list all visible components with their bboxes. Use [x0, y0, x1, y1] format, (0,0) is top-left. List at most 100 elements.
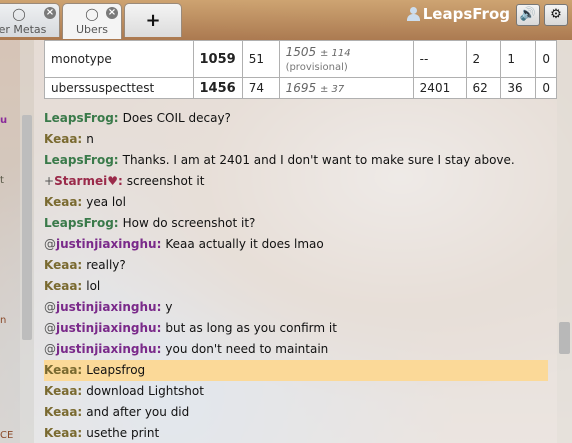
wins-cell: 62	[465, 77, 502, 99]
tab-label: her Metas	[0, 23, 47, 36]
glicko-cell: 1695 ± 37	[278, 77, 414, 99]
chat-username[interactable]: Keaa:	[44, 132, 82, 146]
close-icon[interactable]: ×	[44, 7, 56, 19]
left-panel-text: n	[0, 315, 7, 326]
user-rank-symbol: +	[44, 174, 55, 188]
gxe-cell: 74	[241, 77, 280, 99]
username-text[interactable]: Starmei♥:	[54, 174, 123, 188]
chat-username[interactable]: @justinjiaxinghu:	[44, 237, 161, 251]
chat-username[interactable]: Keaa:	[44, 405, 82, 419]
chat-message: Keaa: and after you did	[44, 402, 548, 423]
username-text[interactable]: justinjiaxinghu:	[56, 342, 161, 356]
chat-message: Keaa: download Lightshot	[44, 381, 548, 402]
glicko-deviation: ± 114	[319, 48, 351, 59]
chat-username[interactable]: @justinjiaxinghu:	[44, 342, 161, 356]
format-cell: uberssuspecttest	[44, 77, 194, 99]
table-row: monotype 1059 51 1505 ± 114 (provisional…	[44, 40, 557, 78]
chat-message: @justinjiaxinghu: Keaa actually it does l…	[44, 234, 548, 255]
ties-cell: 0	[535, 40, 557, 78]
chat-username[interactable]: Keaa:	[44, 258, 82, 272]
scrollbar-thumb[interactable]	[559, 322, 570, 354]
chat-username[interactable]: @justinjiaxinghu:	[44, 300, 161, 314]
chat-username[interactable]: LeapsFrog:	[44, 153, 119, 167]
username-text[interactable]: Keaa:	[44, 258, 82, 272]
format-cell: monotype	[44, 40, 194, 78]
user-icon	[406, 7, 420, 21]
ties-cell: 0	[535, 77, 557, 99]
chat-message: Keaa: Leapsfrog	[44, 360, 548, 381]
left-scrollbar[interactable]	[20, 40, 34, 443]
username-text[interactable]: Keaa:	[44, 279, 82, 293]
glicko-value: 1505	[285, 45, 317, 59]
provisional-note: (provisional)	[285, 62, 348, 73]
user-rank-symbol: @	[44, 321, 56, 335]
username-text[interactable]: justinjiaxinghu:	[56, 237, 161, 251]
username-text[interactable]: Keaa:	[44, 384, 82, 398]
losses-cell: 1	[500, 40, 537, 78]
chat-username[interactable]: Keaa:	[44, 195, 82, 209]
tab-other-metas[interactable]: ◯ her Metas ×	[0, 3, 60, 37]
chat-username[interactable]: @justinjiaxinghu:	[44, 321, 161, 335]
username-text[interactable]: Keaa:	[44, 405, 82, 419]
gear-icon: ⚙	[550, 7, 562, 22]
user-rank-symbol: @	[44, 300, 56, 314]
scrollbar-thumb[interactable]	[22, 115, 32, 340]
chat-username[interactable]: Keaa:	[44, 384, 82, 398]
username-text[interactable]: Keaa:	[44, 132, 82, 146]
settings-button[interactable]: ⚙	[544, 4, 568, 26]
chat-message: Keaa: n	[44, 129, 548, 150]
message-text: Leapsfrog	[86, 363, 146, 377]
wins-cell: 2	[465, 40, 502, 78]
message-list: LeapsFrog: Does COIL decay? Keaa: n LeapsFro…	[44, 108, 548, 443]
chat-message: LeapsFrog: How do screenshot it?	[44, 213, 548, 234]
message-text: y	[165, 300, 173, 314]
chat-scrollbar[interactable]	[557, 40, 572, 443]
chat-message: Keaa: lol	[44, 276, 548, 297]
message-text: really?	[86, 258, 126, 272]
chat-username[interactable]: Keaa:	[44, 363, 82, 377]
username-text[interactable]: justinjiaxinghu:	[56, 300, 161, 314]
ladder-table: monotype 1059 51 1505 ± 114 (provisional…	[44, 40, 557, 99]
sound-button[interactable]: 🔊	[516, 4, 540, 26]
chat-message: @justinjiaxinghu: but as long as you conf…	[44, 318, 548, 339]
username-text[interactable]: LeapsFrog:	[44, 153, 119, 167]
user-menu[interactable]: LeapsFrog	[406, 5, 510, 23]
glicko-cell: 1505 ± 114 (provisional)	[278, 40, 414, 78]
coil-cell: 2401	[412, 77, 467, 99]
left-panel: u t n CE	[0, 40, 20, 443]
chat-message: @justinjiaxinghu: you don't need to maint…	[44, 339, 548, 360]
message-text: and after you did	[86, 405, 190, 419]
glicko-value: 1695	[285, 81, 317, 95]
username-text[interactable]: Keaa:	[44, 195, 82, 209]
chat-username[interactable]: LeapsFrog:	[44, 111, 119, 125]
username-text[interactable]: Keaa:	[44, 426, 82, 440]
chat-username[interactable]: +Starmei♥:	[44, 174, 123, 188]
chat-username[interactable]: Keaa:	[44, 279, 82, 293]
close-icon[interactable]: ×	[106, 7, 118, 19]
tab-ubers[interactable]: ◯ Ubers ×	[62, 3, 122, 39]
tab-label: Ubers	[75, 23, 109, 36]
new-tab-button[interactable]: +	[124, 3, 182, 37]
user-rank-symbol: @	[44, 237, 56, 251]
glicko-deviation: ± 37	[319, 84, 345, 95]
chat-message: +Starmei♥: screenshot it	[44, 171, 548, 192]
username-text[interactable]: LeapsFrog:	[44, 111, 119, 125]
message-text: screenshot it	[126, 174, 205, 188]
chat-message: LeapsFrog: Does COIL decay?	[44, 108, 548, 129]
coil-cell: --	[412, 40, 467, 78]
username[interactable]: LeapsFrog	[423, 5, 510, 23]
message-text: yea lol	[86, 195, 126, 209]
chat-username[interactable]: Keaa:	[44, 426, 82, 440]
chat-message: Keaa: yea lol	[44, 192, 548, 213]
header-bar: ◯ her Metas × ◯ Ubers × + LeapsFrog 🔊 ⚙	[0, 0, 572, 40]
plus-icon: +	[145, 10, 161, 31]
username-text[interactable]: justinjiaxinghu:	[56, 321, 161, 335]
message-text: Does COIL decay?	[122, 111, 231, 125]
chat-username[interactable]: LeapsFrog:	[44, 216, 119, 230]
speaker-icon: 🔊	[519, 7, 537, 22]
elo-cell: 1456	[192, 77, 243, 99]
username-text[interactable]: LeapsFrog:	[44, 216, 119, 230]
username-text[interactable]: Keaa:	[44, 363, 82, 377]
message-text: you don't need to maintain	[165, 342, 329, 356]
chat-message: Keaa: usethe print	[44, 423, 548, 443]
